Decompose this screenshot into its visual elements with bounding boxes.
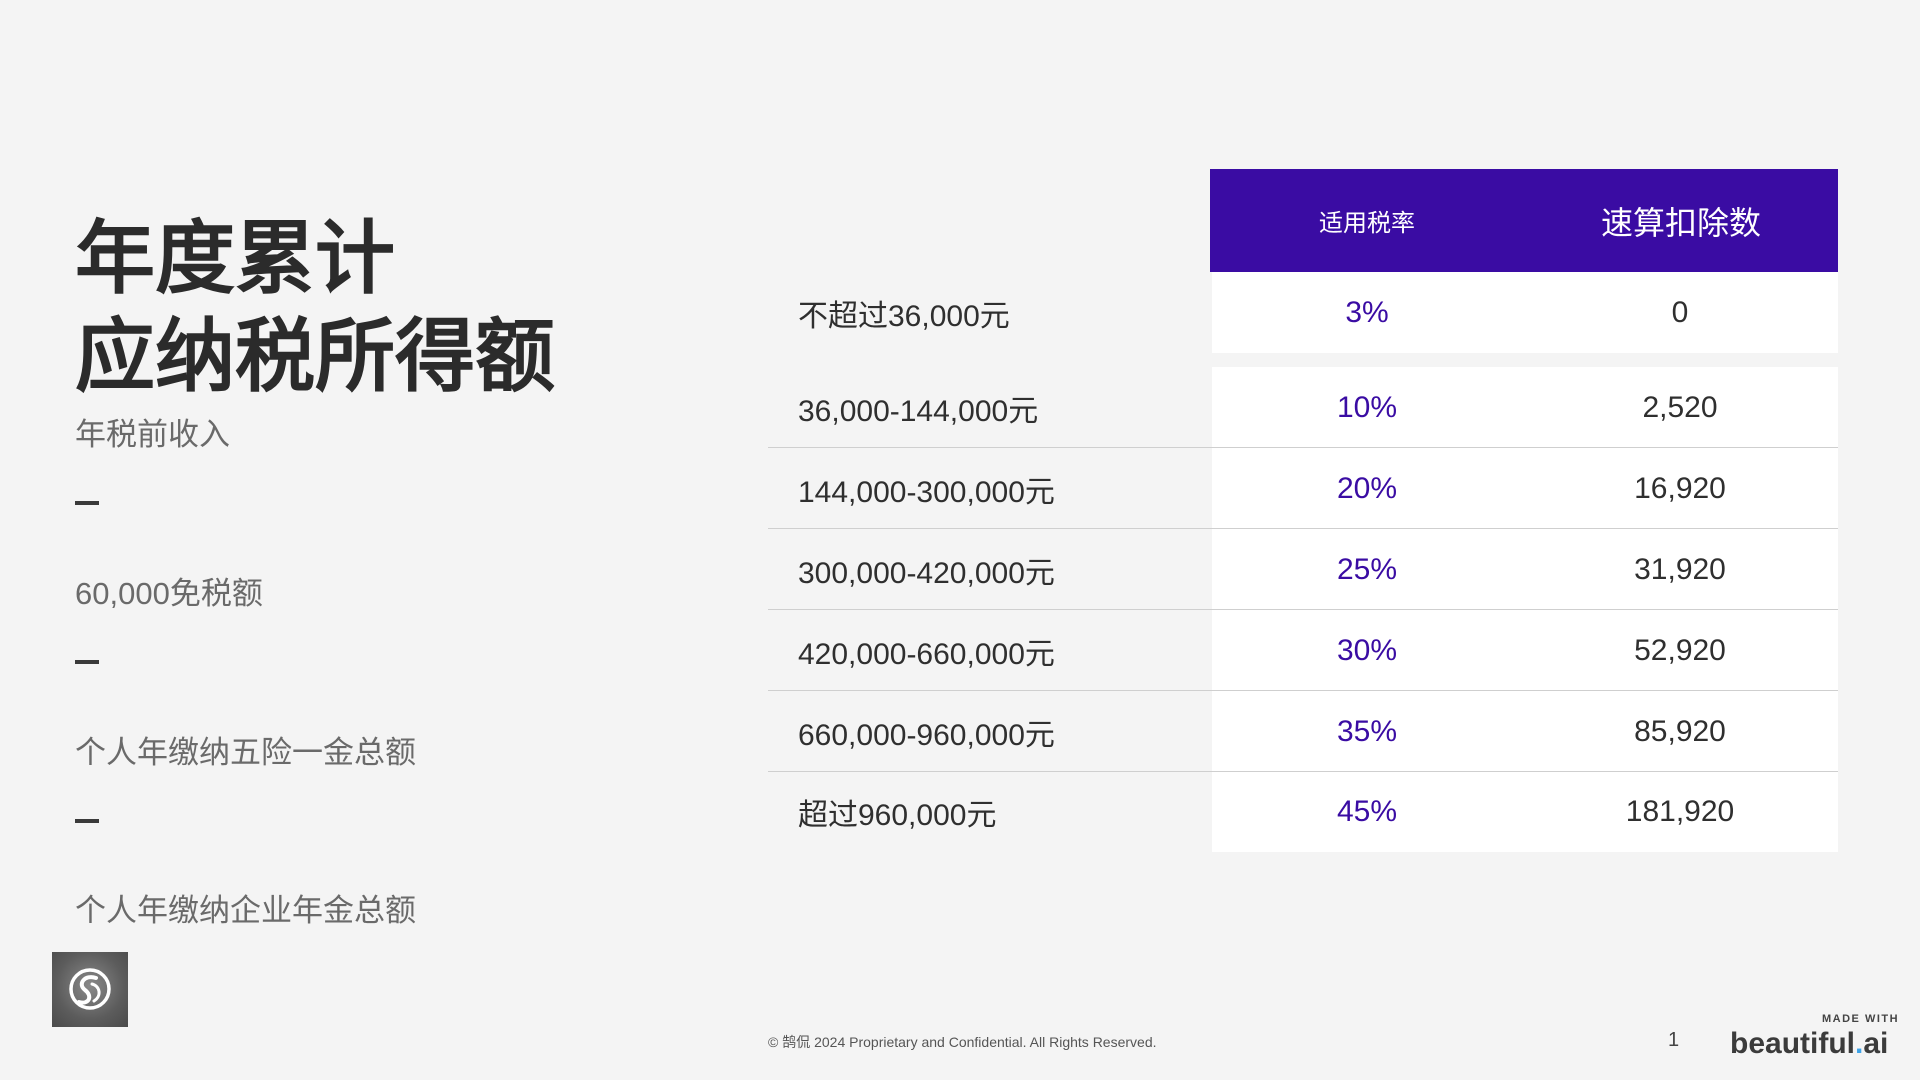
bracket-label: 300,000-420,000元	[798, 556, 1055, 590]
bracket-label: 36,000-144,000元	[798, 394, 1039, 428]
rate-cell: 20%	[1336, 471, 1398, 505]
title-line-2: 应纳税所得额	[75, 312, 555, 401]
minus-sign	[75, 818, 416, 886]
deduction-cell: 85,920	[1634, 714, 1726, 748]
rate-cell: 3%	[1345, 295, 1389, 329]
table-header: 适用税率 速算扣除数	[1210, 169, 1838, 272]
deduction-cell: 31,920	[1634, 552, 1726, 586]
rate-cell: 25%	[1336, 552, 1398, 586]
bracket-label: 144,000-300,000元	[798, 475, 1055, 509]
bracket-label: 不超过36,000元	[798, 299, 1010, 333]
rate-cell: 45%	[1336, 795, 1398, 828]
header-deduction: 速算扣除数	[1600, 204, 1761, 241]
table-row: 420,000-660,000元 30% 52,920	[768, 610, 1838, 691]
table-row: 36,000-144,000元 10% 2,520	[768, 367, 1838, 448]
deduction-cell: 52,920	[1634, 633, 1726, 667]
table-row: 660,000-960,000元 35% 85,920	[768, 691, 1838, 772]
brand-suffix: ai	[1863, 1027, 1889, 1060]
header-rate: 适用税率	[1319, 210, 1415, 237]
table-row: 144,000-300,000元 20% 16,920	[768, 448, 1838, 529]
copyright-text: © 鹄侃 2024 Proprietary and Confidential. …	[768, 1034, 1157, 1050]
rate-cell: 10%	[1336, 390, 1398, 424]
formula-item: 60,000免税额	[75, 575, 263, 611]
made-with-label: MADE WITH	[1822, 1013, 1900, 1025]
formula-item: 年税前收入	[75, 417, 230, 452]
swan-logo-icon	[52, 952, 128, 1027]
slide-title: 年度累计 应纳税所得额	[75, 210, 555, 406]
bracket-label: 660,000-960,000元	[798, 718, 1055, 752]
bracket-label: 420,000-660,000元	[798, 637, 1055, 671]
table-row: 300,000-420,000元 25% 31,920	[768, 529, 1838, 610]
minus-sign	[75, 501, 416, 568]
rate-cell: 35%	[1336, 714, 1398, 748]
deduction-cell: 2,520	[1642, 390, 1718, 424]
page-number: 1	[1668, 1029, 1680, 1051]
deduction-cell: 0	[1671, 295, 1689, 329]
table-row: 超过960,000元 45% 181,920	[768, 772, 1838, 852]
formula-item: 个人年缴纳企业年金总额	[75, 893, 416, 929]
deduction-cell: 16,920	[1634, 471, 1726, 505]
bracket-label: 超过960,000元	[798, 799, 997, 832]
table-row: 不超过36,000元 3% 0	[768, 272, 1838, 353]
minus-sign	[75, 660, 416, 727]
brand-main: beautiful	[1730, 1027, 1855, 1060]
beautiful-ai-logo[interactable]: beautiful.ai	[1730, 1027, 1888, 1061]
formula-description: 年税前收入 60,000免税额 个人年缴纳五险一金总额 个人年缴纳企业年金总额	[75, 410, 416, 954]
formula-item: 个人年缴纳五险一金总额	[75, 734, 416, 770]
deduction-cell: 181,920	[1625, 795, 1735, 828]
title-line-1: 年度累计	[75, 214, 395, 303]
rate-cell: 30%	[1336, 633, 1398, 667]
